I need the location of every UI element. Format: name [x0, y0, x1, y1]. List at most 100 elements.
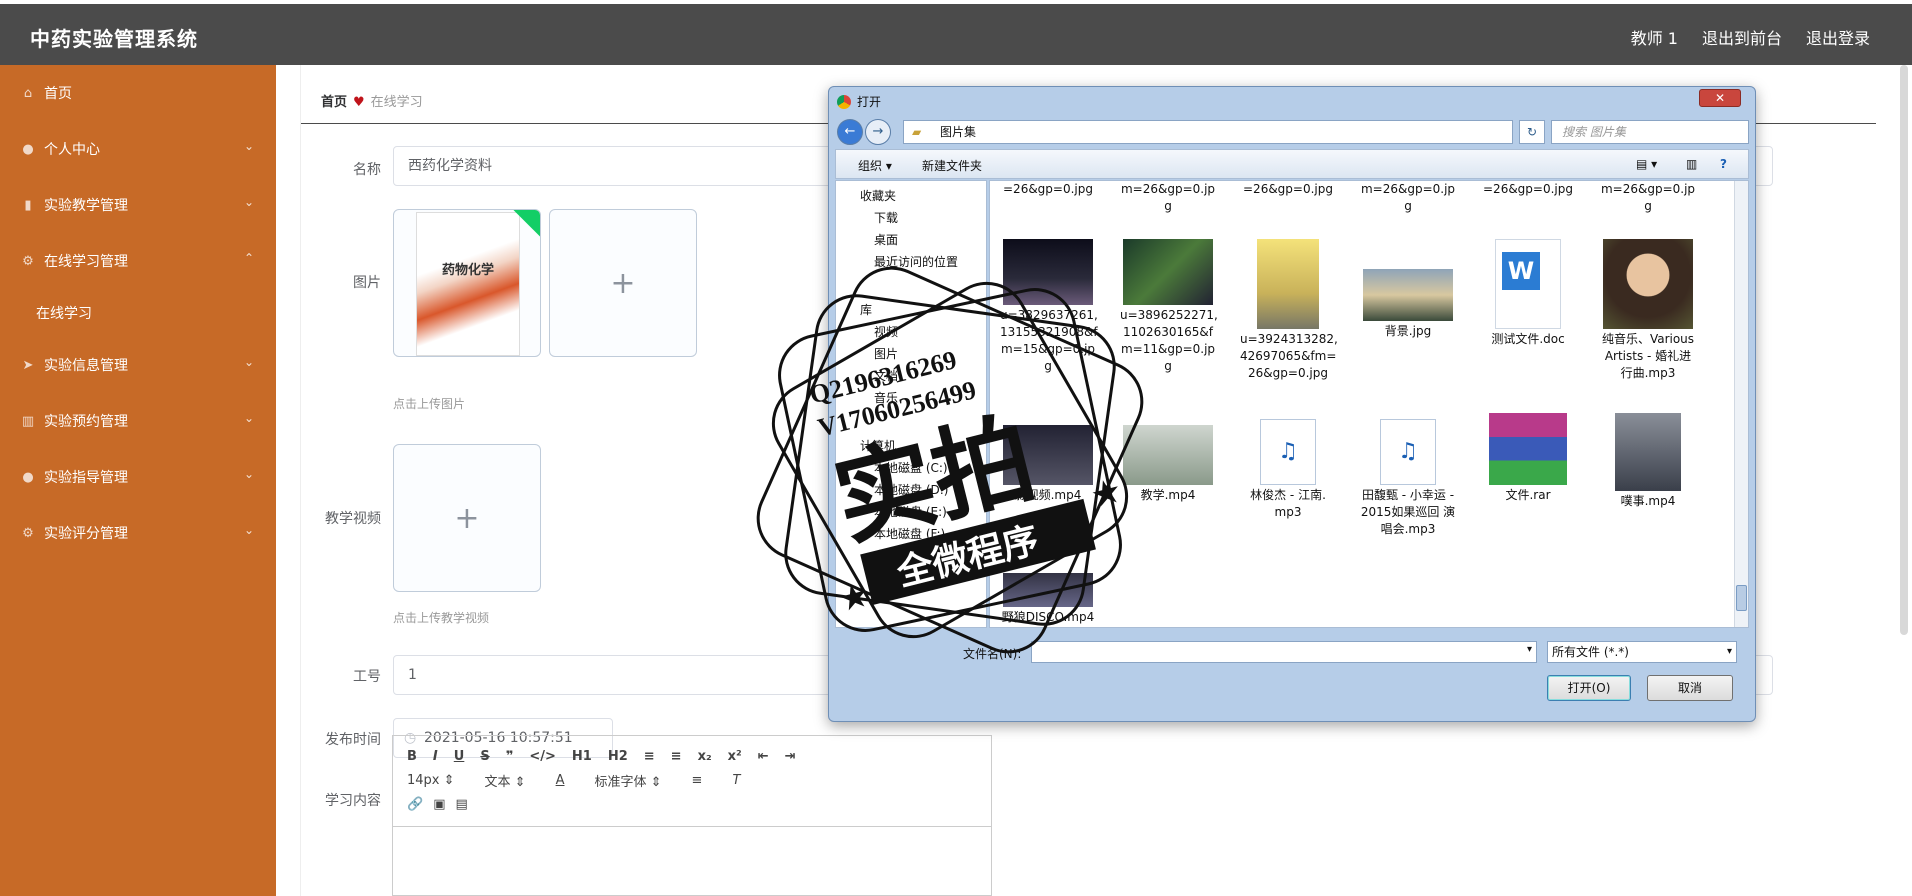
tree-item-desktop[interactable]: 桌面 [874, 231, 898, 248]
sidebar-item-guidance[interactable]: ● 实验指导管理 ⌄ [0, 449, 276, 505]
clear-format-icon[interactable]: T [732, 773, 740, 788]
new-folder-button[interactable]: 新建文件夹 [922, 157, 982, 174]
strike-button[interactable]: S [480, 749, 489, 764]
tree-item-pictures[interactable]: 图片 [874, 345, 898, 362]
align-icon[interactable]: ≡ [692, 773, 703, 788]
tree-item-favorites[interactable]: 收藏夹 [860, 187, 896, 204]
indent-button[interactable]: ⇥ [785, 749, 796, 764]
file-item[interactable]: W 测试文件.doc [1480, 239, 1576, 348]
block-type-select[interactable]: 文本 ⇕ [485, 771, 526, 790]
superscript-button[interactable]: x² [728, 749, 742, 764]
rich-text-editor[interactable]: B I U S ❞ </> H1 H2 ≡ ≡ x₂ x² ⇤ ⇥ 14px ⇕… [392, 735, 992, 896]
file-item[interactable]: u=3829637261, 13155321908&f m=15&gp=0.jp… [1000, 239, 1098, 375]
tree-item-music[interactable]: 音乐 [874, 389, 898, 406]
home-icon: ⌂ [23, 85, 33, 101]
link-icon[interactable]: 🔗 [407, 797, 423, 812]
cancel-button[interactable]: 取消 [1647, 675, 1733, 701]
tree-item-downloads[interactable]: 下载 [874, 209, 898, 226]
view-icon[interactable]: ▤ ▾ [1636, 157, 1657, 171]
tree-item-more[interactable]: 本 [874, 547, 886, 564]
sidebar-item-booking[interactable]: ▥ 实验预约管理 ⌄ [0, 393, 276, 449]
page-scrollbar[interactable] [1900, 65, 1908, 635]
help-icon[interactable]: ? [1720, 157, 1727, 171]
file-item[interactable]: =26&gp=0.jpg [1000, 181, 1096, 198]
file-item[interactable]: 噗事.mp4 [1600, 413, 1696, 510]
search-input[interactable]: 搜索 图片集 [1551, 120, 1749, 144]
open-button[interactable]: 打开(O) [1547, 675, 1631, 701]
outdent-button[interactable]: ⇤ [758, 749, 769, 764]
video-upload-button[interactable]: + [393, 444, 541, 592]
font-family-select[interactable]: 标准字体 ⇕ [594, 771, 661, 790]
file-item[interactable]: m=26&gp=0.jp g [1120, 181, 1216, 215]
underline-button[interactable]: U [454, 749, 465, 764]
sidebar-item-experiment-info[interactable]: ➤ 实验信息管理 ⌄ [0, 337, 276, 393]
file-item[interactable]: u=3896252271, 1102630165&f m=11&gp=0.jp … [1120, 239, 1218, 375]
italic-button[interactable]: I [433, 749, 438, 764]
breadcrumb-home[interactable]: 首页 [321, 95, 347, 110]
subscript-button[interactable]: x₂ [698, 749, 712, 764]
file-item[interactable]: ♫ 田馥甄 - 小幸运 - 2015如果巡回 演唱会.mp3 [1360, 413, 1456, 538]
ordered-list-button[interactable]: ≡ [644, 749, 655, 764]
image-upload-button[interactable]: + [549, 209, 697, 357]
organize-button[interactable]: 组织 ▾ [858, 157, 892, 174]
send-icon: ➤ [22, 357, 34, 373]
file-item[interactable]: ♫ 林俊杰 - 江南. mp3 [1240, 413, 1336, 521]
file-item[interactable]: 野狼DISCO.mp4 [1000, 573, 1096, 626]
sidebar-item-scoring[interactable]: ⚙ 实验评分管理 ⌄ [0, 505, 276, 561]
tree-item-libraries[interactable]: 库 [860, 301, 872, 318]
h2-button[interactable]: H2 [608, 749, 628, 764]
file-item[interactable]: 教学.mp4 [1120, 413, 1216, 504]
sidebar-item-online-study-mgmt[interactable]: ⚙ 在线学习管理 ⌃ [0, 233, 276, 289]
blockquote-button[interactable]: ❞ [506, 749, 514, 764]
filetype-select[interactable]: 所有文件 (*.*) ▾ [1547, 641, 1737, 663]
back-arrow-icon[interactable]: ← [837, 119, 863, 145]
filename-input[interactable]: ▾ [1031, 641, 1537, 663]
forward-arrow-icon[interactable]: → [865, 119, 891, 145]
address-bar[interactable]: ▰ 图片集 [903, 120, 1513, 144]
refresh-icon[interactable]: ↻ [1519, 120, 1545, 144]
file-item[interactable]: 纯音乐、Various Artists - 婚礼进 行曲.mp3 [1600, 239, 1696, 382]
tree-item-documents[interactable]: 文档 [874, 367, 898, 384]
code-button[interactable]: </> [529, 749, 556, 764]
sidebar-item-teaching[interactable]: ▮ 实验教学管理 ⌄ [0, 177, 276, 233]
file-item[interactable]: =26&gp=0.jpg [1480, 181, 1576, 198]
font-size-value: 14px [407, 772, 440, 788]
open-file-dialog: 打开 ✕ ← → ▰ 图片集 ↻ 搜索 图片集 组织 ▾ 新建文件夹 ▤ ▾ ▥… [828, 86, 1756, 722]
h1-button[interactable]: H1 [572, 749, 592, 764]
file-item[interactable]: =26&gp=0.jpg [1240, 181, 1336, 198]
tree-item-computer[interactable]: 计算机 [860, 437, 896, 454]
image-icon[interactable]: ▣ [433, 797, 445, 812]
sidebar-item-home[interactable]: ⌂ 首页 [0, 65, 276, 121]
preview-pane-icon[interactable]: ▥ [1686, 157, 1697, 171]
file-item[interactable]: 影视频.mp4 [1000, 413, 1096, 504]
sidebar-item-label: 实验信息管理 [44, 358, 128, 374]
sidebar-subitem-online-study[interactable]: 在线学习 [0, 289, 276, 337]
tree-item-recent[interactable]: 最近访问的位置 [874, 253, 958, 270]
logout-link[interactable]: 退出登录 [1806, 25, 1870, 49]
file-item[interactable]: m=26&gp=0.jp g [1600, 181, 1696, 215]
file-item[interactable]: 背景.jpg [1360, 239, 1456, 340]
file-name: 纯音乐、Various Artists - 婚礼进 行曲.mp3 [1601, 332, 1695, 380]
tree-item-drive-f[interactable]: 本地磁盘 (F:) [874, 525, 945, 542]
scrollbar-thumb[interactable] [1736, 585, 1747, 611]
tree-item-drive-d[interactable]: 本地磁盘 (D:) [874, 481, 948, 498]
vertical-scrollbar[interactable] [1734, 181, 1748, 627]
tree-item-drive-c[interactable]: 本地磁盘 (C:) [874, 459, 948, 476]
tree-item-drive-e[interactable]: 本地磁盘 (E:) [874, 503, 947, 520]
sidebar-item-personal[interactable]: ● 个人中心 ⌄ [0, 121, 276, 177]
sidebar-item-label: 在线学习管理 [44, 254, 128, 270]
close-button[interactable]: ✕ [1699, 89, 1741, 107]
gear-icon: ⚙ [22, 525, 34, 541]
filetype-value: 所有文件 (*.*) [1552, 645, 1629, 659]
font-color-icon[interactable]: A [556, 773, 565, 788]
tree-item-videos[interactable]: 视频 [874, 323, 898, 340]
file-item[interactable]: u=3924313282, 42697065&fm= 26&gp=0.jpg [1240, 239, 1338, 382]
bullet-list-button[interactable]: ≡ [671, 749, 682, 764]
back-to-front-link[interactable]: 退出到前台 [1702, 25, 1782, 49]
font-size-select[interactable]: 14px ⇕ [407, 773, 455, 788]
bold-button[interactable]: B [407, 749, 417, 764]
file-item[interactable]: 文件.rar [1480, 413, 1576, 504]
video-icon[interactable]: ▤ [455, 797, 467, 812]
uploaded-image[interactable]: 药物化学 [393, 209, 541, 357]
file-item[interactable]: m=26&gp=0.jp g [1360, 181, 1456, 215]
